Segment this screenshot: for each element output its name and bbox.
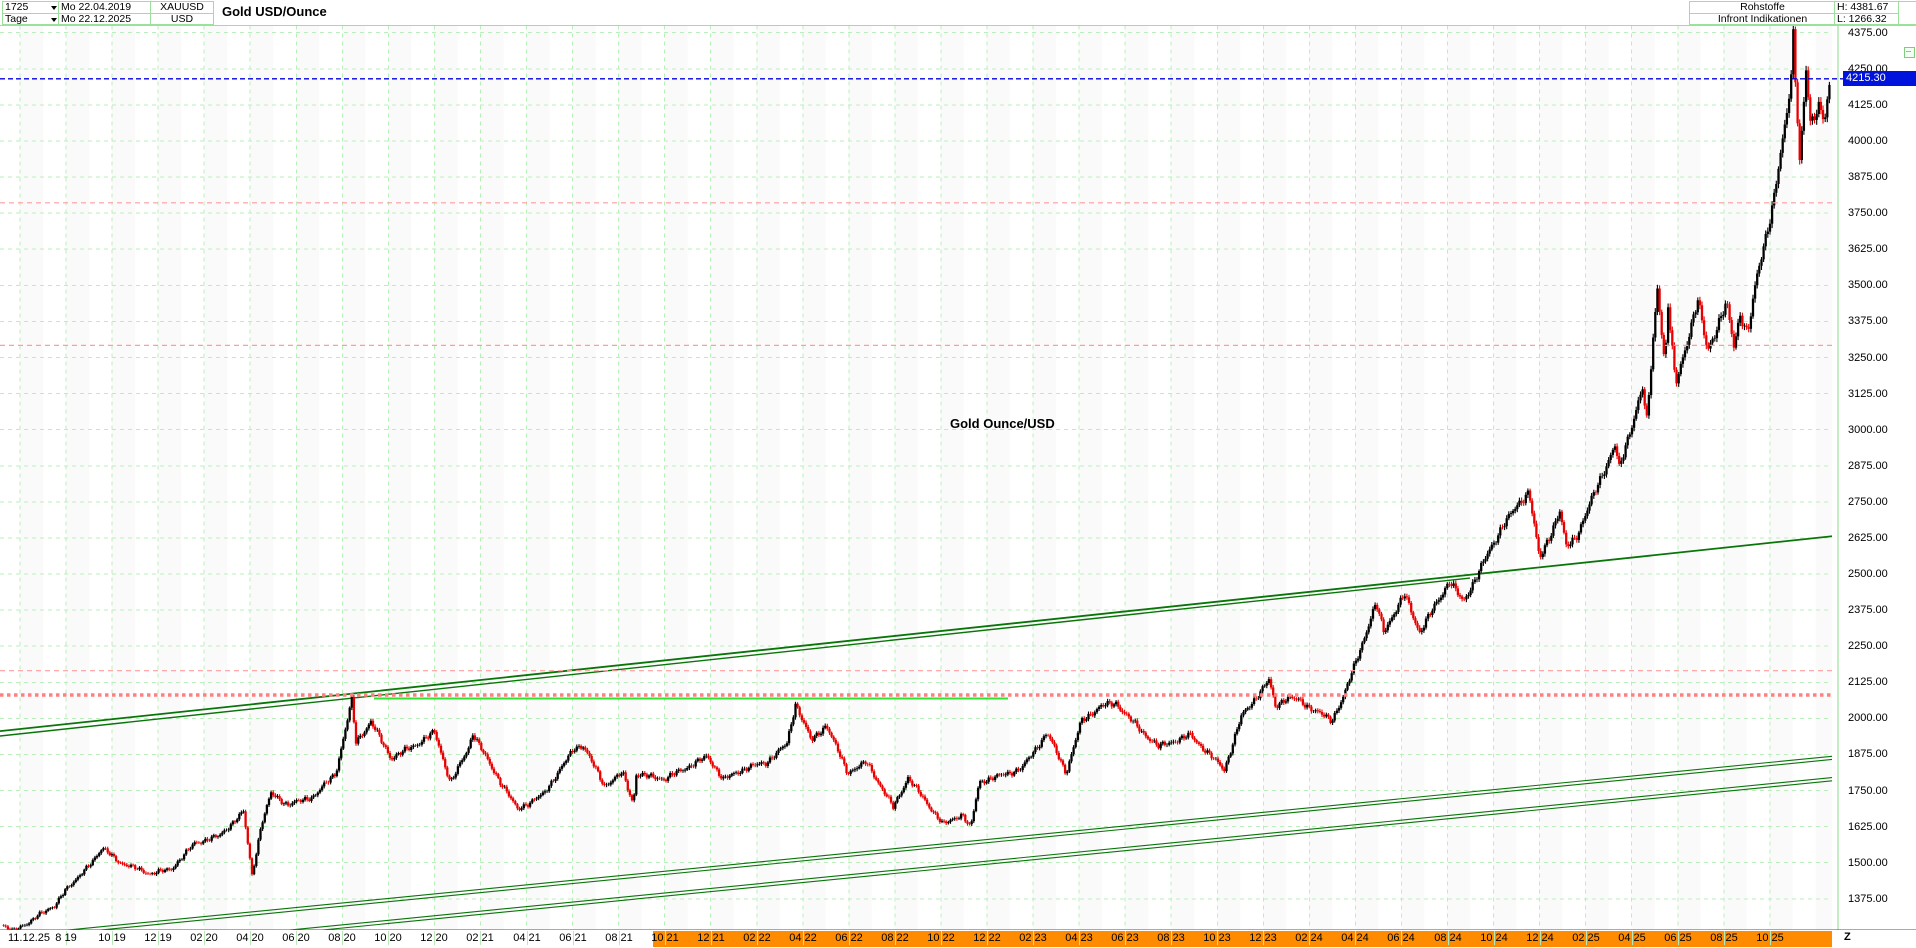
time-axis-label: 04 23 bbox=[1065, 932, 1093, 944]
price-axis-label: 1625.00 bbox=[1848, 821, 1888, 833]
time-axis-label: 08 21 bbox=[605, 932, 633, 944]
price-axis-label: 4375.00 bbox=[1848, 27, 1888, 39]
time-axis-label: 02 25 bbox=[1572, 932, 1600, 944]
page-title: Gold USD/Ounce bbox=[222, 4, 327, 19]
time-axis-label: 04 25 bbox=[1618, 932, 1646, 944]
background-bands bbox=[20, 25, 1832, 930]
time-axis-label: 12 22 bbox=[973, 932, 1001, 944]
time-axis-label: 10 22 bbox=[927, 932, 955, 944]
time-axis-label: 10 24 bbox=[1480, 932, 1508, 944]
chart-header: 1725 Tage Mo 22.04.2019 Mo 22.12.2025 XA… bbox=[0, 0, 1916, 26]
trading-app-window: 1725 Tage Mo 22.04.2019 Mo 22.12.2025 XA… bbox=[0, 0, 1916, 948]
chart-watermark: Gold Ounce/USD bbox=[950, 416, 1055, 431]
time-axis-label: 08 24 bbox=[1434, 932, 1462, 944]
time-axis-label: 08 20 bbox=[328, 932, 356, 944]
time-axis-label: 12 21 bbox=[697, 932, 725, 944]
price-axis-label: 3750.00 bbox=[1848, 207, 1888, 219]
time-axis-label: 10 25 bbox=[1756, 932, 1784, 944]
price-axis-label: 2375.00 bbox=[1848, 604, 1888, 616]
currency-label: USD bbox=[170, 13, 194, 25]
time-axis-label: 02 21 bbox=[466, 932, 494, 944]
time-axis-label: 12 23 bbox=[1249, 932, 1277, 944]
time-axis-label: 06 24 bbox=[1387, 932, 1415, 944]
low-value: L: 1266.32 bbox=[1837, 13, 1887, 25]
high-low-cell: H: 4381.67 L: 1266.32 bbox=[1834, 1, 1900, 25]
time-axis-label: 10 20 bbox=[374, 932, 402, 944]
time-axis-label: 04 21 bbox=[513, 932, 541, 944]
time-axis-label: 06 22 bbox=[835, 932, 863, 944]
axis-collapse-icon[interactable] bbox=[1904, 47, 1915, 58]
time-axis-label: 04 20 bbox=[236, 932, 264, 944]
time-axis-label: 10 23 bbox=[1203, 932, 1231, 944]
price-axis-label: 4000.00 bbox=[1848, 135, 1888, 147]
z-axis-label: Z bbox=[1844, 931, 1851, 943]
price-axis-label: 3250.00 bbox=[1848, 352, 1888, 364]
source-label: Infront Indikationen bbox=[1717, 13, 1808, 25]
time-axis-label: 08 23 bbox=[1157, 932, 1185, 944]
price-axis-label: 2500.00 bbox=[1848, 568, 1888, 580]
price-chart-canvas[interactable] bbox=[0, 0, 1916, 948]
date-range-cell: Mo 22.04.2019 Mo 22.12.2025 bbox=[58, 1, 152, 25]
price-axis-label: 3125.00 bbox=[1848, 388, 1888, 400]
period-unit: Tage bbox=[5, 13, 28, 25]
period-value: 1725 bbox=[5, 1, 29, 13]
time-axis-label: 8 19 bbox=[55, 932, 77, 944]
price-axis-label: 4125.00 bbox=[1848, 99, 1888, 111]
price-axis-label: 2625.00 bbox=[1848, 532, 1888, 544]
time-axis-label: 08 22 bbox=[881, 932, 909, 944]
time-axis-label: 10 21 bbox=[651, 932, 679, 944]
time-axis-label: 12 24 bbox=[1526, 932, 1554, 944]
time-axis-label: 06 20 bbox=[282, 932, 310, 944]
price-axis-label: 2250.00 bbox=[1848, 640, 1888, 652]
date-to-field[interactable]: Mo 22.12.2025 bbox=[59, 14, 151, 25]
time-axis-label: 04 24 bbox=[1341, 932, 1369, 944]
time-axis[interactable]: 11.12.25 Z 8 19 10 19 12 19 02 20 04 20 06 20… bbox=[0, 930, 1916, 948]
time-axis-label: 12 19 bbox=[144, 932, 172, 944]
period-unit-dropdown[interactable]: Tage bbox=[3, 14, 59, 25]
time-axis-label: 02 23 bbox=[1019, 932, 1047, 944]
time-axis-label: 02 20 bbox=[190, 932, 218, 944]
price-axis-label: 1500.00 bbox=[1848, 857, 1888, 869]
time-axis-label: 06 21 bbox=[559, 932, 587, 944]
price-axis-label: 2750.00 bbox=[1848, 496, 1888, 508]
price-axis-label: 3375.00 bbox=[1848, 315, 1888, 327]
price-axis-label: 1750.00 bbox=[1848, 785, 1888, 797]
last-price-badge: 4215.30 bbox=[1843, 71, 1916, 86]
price-axis-label: 1375.00 bbox=[1848, 893, 1888, 905]
source-cell: Rohstoffe Infront Indikationen bbox=[1689, 1, 1836, 25]
price-axis-label: 2125.00 bbox=[1848, 676, 1888, 688]
price-axis-label: 3875.00 bbox=[1848, 171, 1888, 183]
header-spacer-cell bbox=[1898, 1, 1916, 25]
price-axis-label: 3000.00 bbox=[1848, 424, 1888, 436]
time-axis-label: 06 25 bbox=[1664, 932, 1692, 944]
price-axis-label: 2875.00 bbox=[1848, 460, 1888, 472]
price-axis-label: 3625.00 bbox=[1848, 243, 1888, 255]
time-axis-label: 10 19 bbox=[98, 932, 126, 944]
time-axis-label: 04 22 bbox=[789, 932, 817, 944]
time-axis-label: 06 23 bbox=[1111, 932, 1139, 944]
chevron-down-icon bbox=[51, 17, 57, 22]
price-axis-label: 3500.00 bbox=[1848, 279, 1888, 291]
symbol-cell: XAUUSD USD bbox=[150, 1, 214, 25]
period-cell: 1725 Tage bbox=[2, 1, 60, 25]
time-axis-label: 08 25 bbox=[1710, 932, 1738, 944]
time-axis-label: 02 24 bbox=[1295, 932, 1323, 944]
price-axis-label: 2000.00 bbox=[1848, 712, 1888, 724]
time-axis-label: 02 22 bbox=[743, 932, 771, 944]
time-axis-label: 12 20 bbox=[420, 932, 448, 944]
chevron-down-icon bbox=[51, 5, 57, 10]
price-axis-label: 1875.00 bbox=[1848, 748, 1888, 760]
